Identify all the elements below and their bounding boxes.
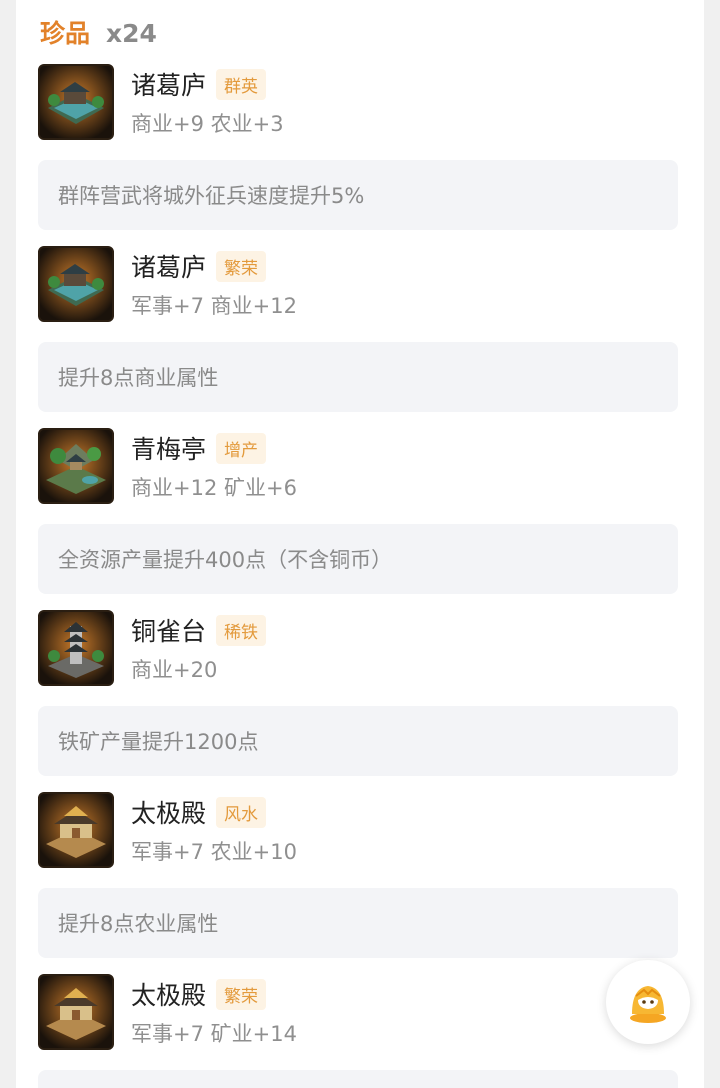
treasure-card: 珍品 x24 诸葛庐 群英 商业+9 农业+3 群阵营武将城外征兵速度提升5% [16, 0, 704, 1088]
item-tag: 群英 [216, 68, 267, 100]
section-title: 珍品 [40, 19, 91, 48]
section-header: 珍品 x24 [40, 14, 157, 50]
item-stats: 军事+7 商业+12 [131, 294, 297, 318]
pagoda-tower-icon [38, 610, 114, 686]
item-stats: 军事+7 矿业+14 [131, 1022, 297, 1046]
item-name: 青梅亭 [131, 435, 207, 464]
item-description: 全资源产量提升400点（不含铜币） [38, 524, 678, 594]
item-tag: 增产 [216, 432, 267, 464]
item-description: 铁矿产量提升1200点 [38, 706, 678, 776]
item-stats: 商业+20 [131, 658, 218, 682]
item-name: 太极殿 [131, 981, 207, 1010]
section-count: x24 [106, 19, 157, 48]
palace-icon [38, 792, 114, 868]
item-tag: 稀铁 [216, 614, 267, 646]
item-description: 提升8点商业属性 [38, 342, 678, 412]
item-description: 提升8点农业属性 [38, 888, 678, 958]
item-name: 诸葛庐 [131, 71, 207, 100]
item-name: 诸葛庐 [131, 253, 207, 282]
item-tag: 风水 [216, 796, 267, 828]
thatched-hut-icon [38, 64, 114, 140]
assistant-floating-button[interactable] [606, 960, 690, 1044]
item-description [38, 1070, 678, 1088]
item-description: 群阵营武将城外征兵速度提升5% [38, 160, 678, 230]
item-stats: 军事+7 农业+10 [131, 840, 297, 864]
thatched-hut-icon [38, 246, 114, 322]
item-tag: 繁荣 [216, 978, 267, 1010]
item-stats: 商业+9 农业+3 [131, 112, 284, 136]
item-name: 铜雀台 [131, 617, 207, 646]
item-name: 太极殿 [131, 799, 207, 828]
palace-icon [38, 974, 114, 1050]
item-tag: 繁荣 [216, 250, 267, 282]
pavilion-icon [38, 428, 114, 504]
item-stats: 商业+12 矿业+6 [131, 476, 297, 500]
assistant-mascot-icon [630, 986, 666, 1023]
